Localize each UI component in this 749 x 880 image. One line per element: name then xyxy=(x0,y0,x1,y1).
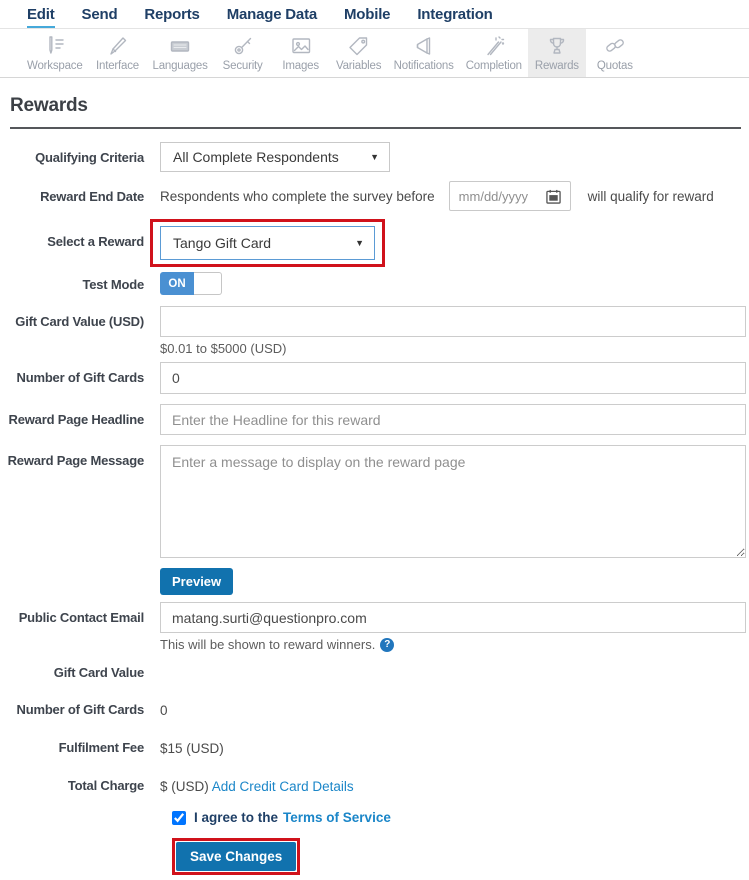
toolbar-item-quotas[interactable]: Quotas xyxy=(586,29,644,77)
toolbar-item-images[interactable]: Images xyxy=(272,29,330,77)
completion-icon xyxy=(482,33,506,59)
rewards-settings-page: Edit Send Reports Manage Data Mobile Int… xyxy=(0,0,749,880)
toolbar-item-label: Completion xyxy=(466,60,522,72)
top-nav: Edit Send Reports Manage Data Mobile Int… xyxy=(0,0,749,29)
interface-icon xyxy=(106,33,130,59)
nav-item-reports[interactable]: Reports xyxy=(144,6,199,26)
public-contact-email-input[interactable] xyxy=(160,602,746,633)
reward-page-headline-input[interactable] xyxy=(160,404,746,435)
calendar-icon[interactable] xyxy=(546,189,561,204)
add-credit-card-link[interactable]: Add Credit Card Details xyxy=(212,779,354,794)
total-charge-value: $ (USD) xyxy=(160,779,209,794)
toolbar-item-rewards[interactable]: Rewards xyxy=(528,29,586,77)
rewards-form: Qualifying Criteria All Complete Respond… xyxy=(0,142,749,875)
notifications-icon xyxy=(412,33,436,59)
toolbar-item-label: Notifications xyxy=(394,60,454,72)
toolbar-item-workspace[interactable]: Workspace xyxy=(21,29,89,77)
workspace-icon xyxy=(43,33,67,59)
reward-page-headline-label: Reward Page Headline xyxy=(0,404,160,427)
number-of-gift-cards-input[interactable] xyxy=(160,362,746,394)
toolbar-item-completion[interactable]: Completion xyxy=(460,29,528,77)
qualifying-criteria-select[interactable]: All Complete Respondents ▼ xyxy=(160,142,390,172)
toolbar-item-label: Security xyxy=(223,60,263,72)
help-icon[interactable]: ? xyxy=(380,638,394,652)
reward-end-date-prefix: Respondents who complete the survey befo… xyxy=(160,189,435,204)
test-mode-toggle-track xyxy=(194,272,222,295)
toolbar-item-label: Variables xyxy=(336,60,381,72)
variables-icon xyxy=(347,33,371,59)
select-reward-value: Tango Gift Card xyxy=(173,235,271,251)
select-reward-label: Select a Reward xyxy=(0,219,160,249)
nav-item-send[interactable]: Send xyxy=(82,6,118,26)
test-mode-state: ON xyxy=(160,272,194,295)
public-contact-email-label: Public Contact Email xyxy=(0,602,160,625)
fulfilment-fee-value: $15 (USD) xyxy=(160,740,746,756)
page-title: Rewards xyxy=(10,95,741,117)
reward-end-date-suffix: will qualify for reward xyxy=(588,189,714,204)
rewards-icon xyxy=(545,33,569,59)
toolbar-item-variables[interactable]: Variables xyxy=(330,29,388,77)
summary-gift-card-value xyxy=(160,665,746,666)
terms-of-service-link[interactable]: Terms of Service xyxy=(283,810,391,825)
annotation-box-select-reward: Tango Gift Card ▼ xyxy=(150,219,385,267)
chevron-down-icon: ▼ xyxy=(370,152,379,162)
images-icon xyxy=(289,33,313,59)
test-mode-toggle[interactable]: ON xyxy=(160,272,222,295)
reward-end-date-field xyxy=(449,181,571,211)
toolbar-item-label: Images xyxy=(282,60,319,72)
nav-item-integration[interactable]: Integration xyxy=(417,6,492,26)
security-icon xyxy=(231,33,255,59)
summary-number-of-gift-cards: 0 xyxy=(160,702,746,718)
annotation-box-save: Save Changes xyxy=(172,838,300,875)
toolbar-item-security[interactable]: Security xyxy=(214,29,272,77)
toolbar-item-label: Quotas xyxy=(597,60,633,72)
agree-text: I agree to the xyxy=(194,810,278,825)
languages-icon xyxy=(168,33,192,59)
title-divider xyxy=(10,127,741,129)
quotas-icon xyxy=(603,33,627,59)
gift-card-value-input[interactable] xyxy=(160,306,746,337)
settings-toolbar: Workspace Interface Languages Security I… xyxy=(0,29,749,78)
test-mode-label: Test Mode xyxy=(0,272,160,292)
qualifying-criteria-label: Qualifying Criteria xyxy=(0,142,160,165)
toolbar-item-label: Languages xyxy=(153,60,208,72)
reward-page-message-label: Reward Page Message xyxy=(0,445,160,468)
nav-item-edit[interactable]: Edit xyxy=(27,6,55,28)
reward-end-date-label: Reward End Date xyxy=(0,189,160,204)
toolbar-item-label: Rewards xyxy=(535,60,579,72)
gift-card-value-label: Gift Card Value (USD) xyxy=(0,306,160,329)
nav-item-manage-data[interactable]: Manage Data xyxy=(227,6,317,26)
nav-item-mobile[interactable]: Mobile xyxy=(344,6,390,26)
chevron-down-icon: ▼ xyxy=(355,238,364,248)
preview-button[interactable]: Preview xyxy=(160,568,233,595)
summary-gift-card-value-label: Gift Card Value xyxy=(0,665,160,680)
gift-card-value-hint: $0.01 to $5000 (USD) xyxy=(160,341,746,356)
toolbar-item-interface[interactable]: Interface xyxy=(89,29,147,77)
total-charge-label: Total Charge xyxy=(0,778,160,793)
fulfilment-fee-label: Fulfilment Fee xyxy=(0,740,160,755)
toolbar-item-notifications[interactable]: Notifications xyxy=(388,29,460,77)
reward-page-message-textarea[interactable] xyxy=(160,445,746,558)
toolbar-item-label: Workspace xyxy=(27,60,83,72)
toolbar-item-languages[interactable]: Languages xyxy=(147,29,214,77)
select-reward-select[interactable]: Tango Gift Card ▼ xyxy=(160,226,375,260)
public-contact-email-hint: This will be shown to reward winners. xyxy=(160,637,375,652)
terms-checkbox[interactable] xyxy=(172,811,186,825)
qualifying-criteria-value: All Complete Respondents xyxy=(173,149,339,165)
toolbar-item-label: Interface xyxy=(96,60,139,72)
summary-number-of-gift-cards-label: Number of Gift Cards xyxy=(0,702,160,717)
number-of-gift-cards-label: Number of Gift Cards xyxy=(0,362,160,385)
reward-end-date-input[interactable] xyxy=(459,189,535,204)
save-changes-button[interactable]: Save Changes xyxy=(176,842,296,871)
